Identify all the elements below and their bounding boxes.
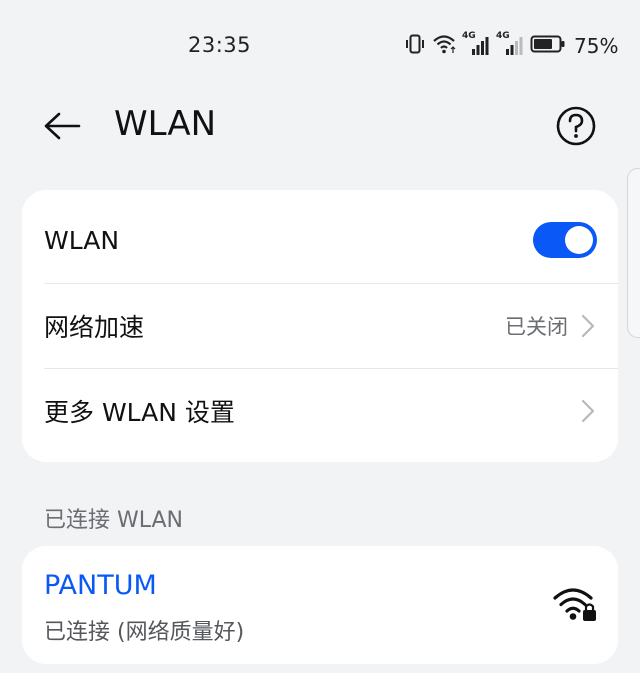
wifi-status-icon [432,33,456,59]
edge-panel-handle[interactable] [627,168,640,338]
chevron-right-icon [578,312,598,340]
toggle-knob [565,226,593,254]
battery-icon [530,33,566,59]
vibrate-icon [404,33,426,59]
status-bar: 23:35 4G 4G 75% [0,0,640,90]
wlan-toggle-label: WLAN [44,225,120,255]
signal-4g-icon: 4G [496,31,524,57]
page-title: WLAN [114,104,217,144]
wifi-lock-icon [552,584,600,624]
back-button[interactable] [40,106,84,150]
arrow-left-icon [43,111,81,145]
chevron-right-icon [578,397,598,425]
network-name: PANTUM [44,570,157,601]
more-wlan-settings-row[interactable]: 更多 WLAN 设置 [22,368,618,454]
network-acceleration-value: 已关闭 [505,315,568,339]
header: WLAN [0,90,640,166]
network-acceleration-label: 网络加速 [44,313,145,342]
connected-network-item[interactable]: PANTUM 已连接 (网络质量好) [22,546,618,664]
settings-card: WLAN 网络加速 已关闭 更多 WLAN 设置 [22,190,618,462]
signal-4g-icon: 4G [462,31,490,57]
wlan-toggle-switch[interactable] [533,222,597,258]
network-status: 已连接 (网络质量好) [44,620,245,645]
network-acceleration-row[interactable]: 网络加速 已关闭 [22,283,618,369]
wlan-toggle-row[interactable]: WLAN [22,197,618,283]
help-button[interactable] [554,106,598,150]
battery-percent: 75% [574,34,619,58]
more-wlan-settings-label: 更多 WLAN 设置 [44,398,235,427]
status-time: 23:35 [188,33,252,57]
connected-section-header: 已连接 WLAN [44,508,184,533]
question-circle-icon [555,105,597,151]
status-icons: 4G 4G 75% [404,31,619,59]
